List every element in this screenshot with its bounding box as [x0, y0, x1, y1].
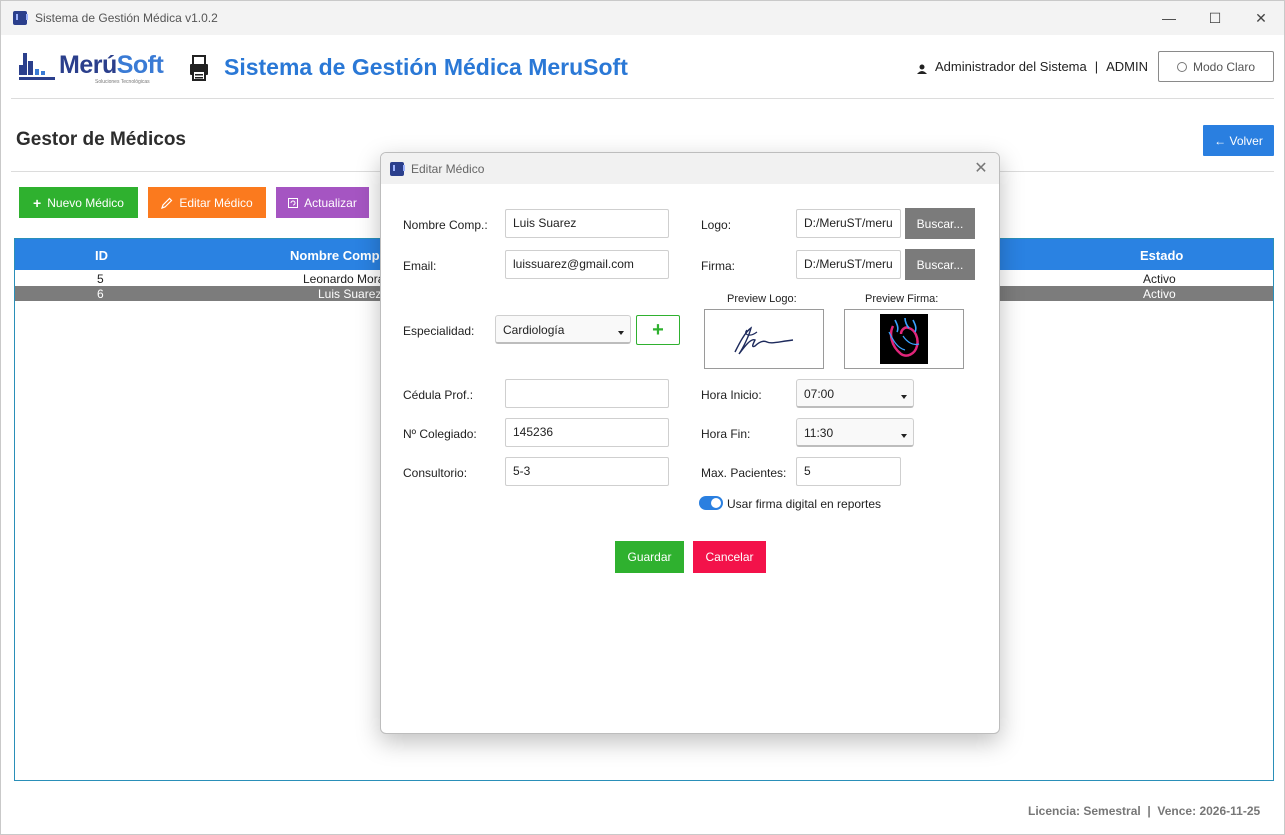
window-controls: — ☐ ✕ — [1146, 1, 1284, 35]
firma-path-field[interactable]: D:/MeruST/meru — [796, 250, 901, 279]
user-role: ADMIN — [1106, 59, 1149, 74]
pencil-icon — [161, 197, 173, 209]
maximize-icon: ☐ — [1208, 9, 1222, 26]
new-doctor-label: Nuevo Médico — [47, 195, 124, 210]
hora-fin-select[interactable]: 11:30 — [796, 418, 914, 447]
edit-doctor-dialog: Editar Médico ✕ Nombre Comp.: Luis Suare… — [380, 152, 1000, 734]
column-header-name[interactable]: Nombre Comp — [290, 248, 380, 263]
max-pacientes-field[interactable]: 5 — [796, 457, 901, 486]
user-info: Administrador del Sistema | ADMIN — [917, 59, 1148, 74]
preview-logo-label: Preview Logo: — [727, 293, 797, 305]
brand-mark-icon — [19, 53, 55, 80]
brand-logo: MerúSoft Soluciones Tecnológicas — [19, 49, 169, 85]
dialog-titlebar[interactable]: Editar Médico ✕ — [381, 153, 999, 184]
app-header: MerúSoft Soluciones Tecnológicas Sistema… — [11, 35, 1274, 99]
printer-icon — [190, 55, 208, 81]
hora-inicio-label: Hora Inicio: — [701, 388, 762, 402]
refresh-icon — [288, 197, 299, 208]
specialty-value: Cardiología — [503, 323, 565, 337]
page-title: Gestor de Médicos — [16, 129, 186, 150]
logo-label: Logo: — [701, 218, 732, 232]
plus-icon: + — [652, 318, 664, 341]
brand-subtitle: Soluciones Tecnológicas — [95, 79, 150, 85]
back-button[interactable]: ← Volver — [1203, 125, 1274, 156]
maximize-button[interactable]: ☐ — [1192, 1, 1238, 35]
dialog-app-icon — [390, 161, 405, 176]
brand-name-secondary: Soft — [116, 51, 164, 79]
browse-logo-button[interactable]: Buscar... — [905, 208, 975, 239]
app-title: Sistema de Gestión Médica MeruSoft — [224, 54, 628, 80]
preview-firma-label: Preview Firma: — [865, 293, 939, 305]
close-icon: ✕ — [1255, 9, 1267, 26]
hora-inicio-value: 07:00 — [804, 387, 835, 401]
chevron-down-icon — [618, 331, 624, 335]
name-label: Nombre Comp.: — [403, 218, 488, 232]
plus-icon: + — [33, 194, 42, 211]
app-icon — [13, 11, 28, 25]
minimize-button[interactable]: — — [1146, 1, 1192, 35]
heart-image — [880, 314, 928, 364]
preview-firma-box — [844, 309, 964, 369]
column-header-status[interactable]: Estado — [1140, 248, 1183, 263]
consultorio-label: Consultorio: — [403, 466, 468, 480]
consultorio-field[interactable]: 5-3 — [505, 457, 669, 486]
license-info: Licencia: Semestral | Vence: 2026-11-25 — [1028, 804, 1261, 818]
name-field[interactable]: Luis Suarez — [505, 209, 669, 238]
add-specialty-button[interactable]: + — [636, 315, 680, 345]
colegiado-field[interactable]: 145236 — [505, 418, 669, 447]
cell-id: 6 — [97, 287, 104, 301]
cell-status: Activo — [1143, 272, 1176, 286]
hora-inicio-select[interactable]: 07:00 — [796, 379, 914, 408]
specialty-select[interactable]: Cardiología — [495, 315, 631, 344]
brand-name-primary: Merú — [59, 51, 117, 79]
dialog-close-button[interactable]: ✕ — [971, 158, 991, 178]
cell-status: Activo — [1143, 287, 1176, 301]
logo-path-field[interactable]: D:/MeruST/meru — [796, 209, 901, 238]
refresh-button[interactable]: Actualizar — [276, 187, 369, 218]
refresh-label: Actualizar — [304, 195, 357, 210]
max-pacientes-label: Max. Pacientes: — [701, 466, 787, 480]
new-doctor-button[interactable]: + Nuevo Médico — [19, 187, 138, 218]
window-title: Sistema de Gestión Médica v1.0.2 — [35, 11, 218, 25]
brand-name: MerúSoft — [59, 51, 164, 80]
email-field[interactable]: luissuarez@gmail.com — [505, 250, 669, 279]
cancel-button[interactable]: Cancelar — [693, 541, 766, 573]
user-name: Administrador del Sistema — [935, 59, 1087, 74]
cedula-label: Cédula Prof.: — [403, 388, 474, 402]
preview-logo-box — [704, 309, 824, 369]
column-header-id[interactable]: ID — [95, 248, 108, 263]
specialty-label: Especialidad: — [403, 324, 475, 338]
hora-fin-value: 11:30 — [804, 426, 834, 440]
firma-digital-label: Usar firma digital en reportes — [727, 497, 882, 511]
cell-id: 5 — [97, 272, 104, 286]
user-separator: | — [1094, 59, 1099, 74]
colegiado-label: Nº Colegiado: — [403, 427, 477, 441]
firma-label: Firma: — [701, 259, 735, 273]
minimize-icon: — — [1162, 10, 1176, 26]
firma-digital-toggle[interactable] — [699, 496, 723, 510]
email-label: Email: — [403, 259, 437, 273]
chevron-down-icon — [901, 395, 907, 399]
save-button[interactable]: Guardar — [615, 541, 684, 573]
cell-name: Leonardo Morá — [303, 272, 385, 286]
theme-mode-label: Modo Claro — [1192, 59, 1256, 74]
close-window-button[interactable]: ✕ — [1238, 1, 1284, 35]
window-titlebar[interactable]: Sistema de Gestión Médica v1.0.2 — ☐ ✕ — [1, 1, 1284, 35]
theme-mode-button[interactable]: Modo Claro — [1158, 51, 1274, 82]
dialog-title: Editar Médico — [411, 161, 485, 176]
cedula-field[interactable] — [505, 379, 669, 408]
cell-name: Luis Suarez — [318, 287, 382, 301]
close-icon: ✕ — [974, 160, 988, 177]
browse-firma-button[interactable]: Buscar... — [905, 249, 975, 280]
hora-fin-label: Hora Fin: — [701, 427, 751, 441]
user-icon — [917, 64, 927, 74]
signature-image — [734, 326, 794, 355]
chevron-down-icon — [901, 434, 907, 438]
theme-icon — [1176, 61, 1187, 72]
edit-doctor-label: Editar Médico — [179, 195, 253, 210]
edit-doctor-button[interactable]: Editar Médico — [148, 187, 266, 218]
